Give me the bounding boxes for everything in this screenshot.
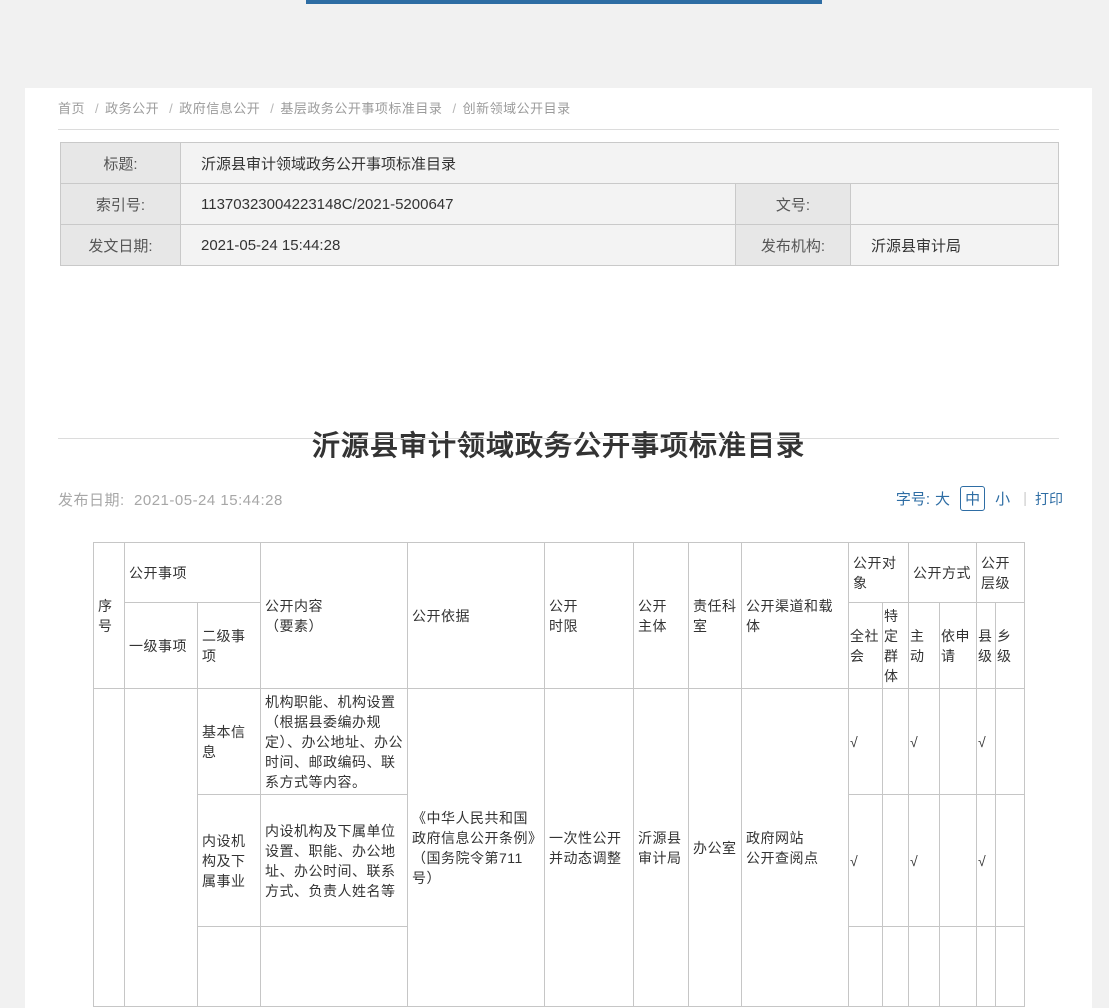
cell-yishenqing <box>940 689 977 795</box>
header-zhuti: 公开 主体 <box>634 543 689 689</box>
cell-qudao: 政府网站 公开查阅点 <box>742 689 849 1007</box>
cell-zhudong-check: √ <box>909 795 940 927</box>
article-divider <box>58 438 1059 439</box>
meta-value-index: 11370323004223148C/2021-5200647 <box>181 184 736 225</box>
cell-zhudong-check: √ <box>909 689 940 795</box>
cell-quanshehui-check: √ <box>849 795 883 927</box>
header-teding: 特定群体 <box>883 603 909 689</box>
breadcrumb-home[interactable]: 首页 <box>58 101 85 116</box>
cell-erji: 基本信息 <box>198 689 261 795</box>
cell-xiangji <box>996 689 1025 795</box>
cell-keshi: 办公室 <box>689 689 742 1007</box>
font-size-label: 字号: <box>896 488 930 509</box>
cell-xuhao <box>94 689 125 1007</box>
table-row: 索引号: 11370323004223148C/2021-5200647 文号: <box>61 184 1059 225</box>
header-xiangji: 乡级 <box>996 603 1025 689</box>
cell-quanshehui <box>849 927 883 1007</box>
meta-value-date: 2021-05-24 15:44:28 <box>181 225 736 266</box>
font-size-medium-button[interactable]: 中 <box>960 486 985 511</box>
meta-label-title: 标题: <box>61 143 181 184</box>
cell-yiju: 《中华人民共和国政府信息公开条例》（国务院令第711号） <box>408 689 545 1007</box>
document-meta-table: 标题: 沂源县审计领域政务公开事项标准目录 索引号: 1137032300422… <box>60 142 1059 266</box>
cell-erji: 内设机构及下属事业 <box>198 795 261 927</box>
header-yishenqing: 依申请 <box>940 603 977 689</box>
top-accent-bar <box>306 0 822 4</box>
cell-neirong: 机构职能、机构设置（根据县委编办规定）、办公地址、办公时间、邮政编码、联系方式等… <box>261 689 408 795</box>
meta-label-docnum: 文号: <box>736 184 851 225</box>
breadcrumb: 首页 / 政务公开 / 政府信息公开 / 基层政务公开事项标准目录 / 创新领域公开目录 <box>58 98 577 117</box>
catalog-table: 序号 公开事项 公开内容 （要素） 公开依据 公开 时限 公开 主体 责任科室 … <box>93 542 1025 1007</box>
cell-zhuti: 沂源县审计局 <box>634 689 689 1007</box>
publish-date: 发布日期: 2021-05-24 15:44:28 <box>58 489 283 510</box>
header-neirong: 公开内容 （要素） <box>261 543 408 689</box>
header-zhudong: 主动 <box>909 603 940 689</box>
breadcrumb-separator: / <box>452 101 456 116</box>
cell-xiangji <box>996 927 1025 1007</box>
page-title: 沂源县审计领域政务公开事项标准目录 <box>25 424 1092 464</box>
header-erji: 二级事项 <box>198 603 261 689</box>
catalog-table-wrap: 序号 公开事项 公开内容 （要素） 公开依据 公开 时限 公开 主体 责任科室 … <box>93 542 1025 1007</box>
breadcrumb-zhengwu[interactable]: 政务公开 <box>105 101 159 116</box>
catalog-data-row-1: 基本信息 机构职能、机构设置（根据县委编办规定）、办公地址、办公时间、邮政编码、… <box>94 689 1025 795</box>
article-meta-row: 发布日期: 2021-05-24 15:44:28 字号: 大 中 小 | 打印 <box>58 486 1063 512</box>
meta-value-agency: 沂源县审计局 <box>851 225 1059 266</box>
font-size-large-button[interactable]: 大 <box>935 488 950 509</box>
cell-neirong: 内设机构及下属单位设置、职能、办公地址、办公时间、联系方式、负责人姓名等 <box>261 795 408 927</box>
cell-erji <box>198 927 261 1007</box>
print-button[interactable]: 打印 <box>1035 489 1063 509</box>
header-fangshi: 公开方式 <box>909 543 977 603</box>
cell-quanshehui-check: √ <box>849 689 883 795</box>
meta-separator: | <box>1023 490 1027 507</box>
cell-neirong <box>261 927 408 1007</box>
cell-teding <box>883 689 909 795</box>
cell-zhudong <box>909 927 940 1007</box>
cell-xiangji <box>996 795 1025 927</box>
header-qudao: 公开渠道和载体 <box>742 543 849 689</box>
table-row: 标题: 沂源县审计领域政务公开事项标准目录 <box>61 143 1059 184</box>
cell-yishenqing <box>940 795 977 927</box>
breadcrumb-separator: / <box>169 101 173 116</box>
cell-xianji <box>977 927 996 1007</box>
breadcrumb-separator: / <box>95 101 99 116</box>
meta-label-agency: 发布机构: <box>736 225 851 266</box>
meta-label-index: 索引号: <box>61 184 181 225</box>
cell-yiji <box>125 689 198 1007</box>
table-row: 发文日期: 2021-05-24 15:44:28 发布机构: 沂源县审计局 <box>61 225 1059 266</box>
header-yiji: 一级事项 <box>125 603 198 689</box>
cell-xianji-check: √ <box>977 795 996 927</box>
header-duixiang: 公开对象 <box>849 543 909 603</box>
catalog-header-row-1: 序号 公开事项 公开内容 （要素） 公开依据 公开 时限 公开 主体 责任科室 … <box>94 543 1025 603</box>
cell-teding <box>883 927 909 1007</box>
header-cengji: 公开 层级 <box>977 543 1025 603</box>
header-gongkai-shixiang: 公开事项 <box>125 543 261 603</box>
font-size-small-button[interactable]: 小 <box>995 488 1010 509</box>
header-xianji: 县级 <box>977 603 996 689</box>
header-quanshehui: 全社会 <box>849 603 883 689</box>
header-yiju: 公开依据 <box>408 543 545 689</box>
cell-yishenqing <box>940 927 977 1007</box>
breadcrumb-jiceng[interactable]: 基层政务公开事项标准目录 <box>280 101 442 116</box>
cell-shixian: 一次性公开并动态调整 <box>545 689 634 1007</box>
content-card: 首页 / 政务公开 / 政府信息公开 / 基层政务公开事项标准目录 / 创新领域公开目录 标题:… <box>25 88 1092 1008</box>
breadcrumb-divider <box>58 129 1059 130</box>
meta-value-title: 沂源县审计领域政务公开事项标准目录 <box>181 143 1059 184</box>
header-shixian: 公开 时限 <box>545 543 634 689</box>
header-keshi: 责任科室 <box>689 543 742 689</box>
font-size-print-controls: 字号: 大 中 小 | 打印 <box>896 486 1063 511</box>
cell-teding <box>883 795 909 927</box>
meta-value-docnum <box>851 184 1059 225</box>
breadcrumb-separator: / <box>270 101 274 116</box>
breadcrumb-xinxi[interactable]: 政府信息公开 <box>179 101 260 116</box>
meta-label-date: 发文日期: <box>61 225 181 266</box>
cell-xianji-check: √ <box>977 689 996 795</box>
breadcrumb-current[interactable]: 创新领域公开目录 <box>463 101 571 116</box>
header-xuhao: 序号 <box>94 543 125 689</box>
